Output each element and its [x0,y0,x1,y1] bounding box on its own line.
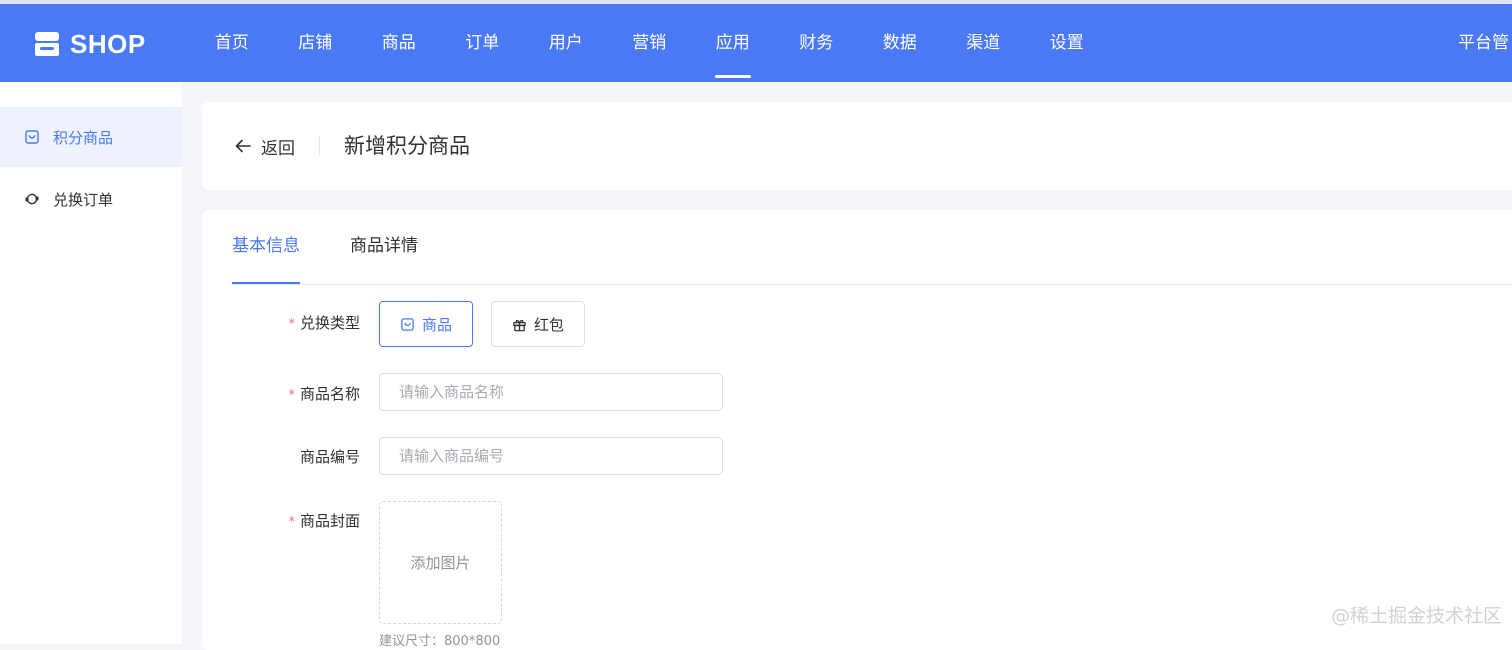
tab-bar: 基本信息 商品详情 [232,210,1512,285]
main-nav: 首页 店铺 商品 订单 用户 营销 应用 财务 数据 渠道 设置 [190,4,1109,82]
sidebar: 积分商品 兑换订单 [0,82,182,644]
exchange-type-label: * 兑换类型 [288,314,360,332]
logo[interactable]: SHOP [32,24,146,64]
top-nav-bar: SHOP 首页 店铺 商品 订单 用户 营销 应用 财务 数据 渠道 设置 平台… [0,0,1512,82]
shopping-bag-icon [25,130,39,144]
nav-item-apps[interactable]: 应用 [691,4,775,82]
nav-item-channels[interactable]: 渠道 [942,4,1026,82]
product-name-label: * 商品名称 [288,385,360,403]
nav-item-marketing[interactable]: 营销 [608,4,692,82]
nav-item-home[interactable]: 首页 [190,4,274,82]
exchange-type-red-packet-button[interactable]: 红包 [491,301,585,347]
sidebar-item-points-goods[interactable]: 积分商品 [0,107,182,167]
cover-upload[interactable]: 添加图片 [379,501,502,624]
cover-size-hint: 建议尺寸：800*800 [379,634,501,649]
nav-item-orders[interactable]: 订单 [441,4,525,82]
nav-item-data[interactable]: 数据 [858,4,942,82]
platform-admin-link[interactable]: 平台管 [1458,4,1509,82]
exchange-icon [25,193,39,205]
nav-item-settings[interactable]: 设置 [1025,4,1109,82]
required-mark: * [288,317,295,332]
page-header: 返回 新增积分商品 [202,102,1512,190]
required-mark: * [288,515,295,530]
watermark: @稀土掘金技术社区 [1331,605,1503,627]
nav-item-finance[interactable]: 财务 [775,4,859,82]
sidebar-item-label: 积分商品 [53,128,114,147]
form-card: 基本信息 商品详情 *兑换类型 商品 红包 *商品名称 商品编号 *商品封面 添… [202,210,1512,650]
required-mark: * [288,388,295,403]
sidebar-item-exchange-orders[interactable]: 兑换订单 [0,169,182,229]
logo-text: SHOP [70,28,146,59]
back-label: 返回 [261,138,295,159]
product-code-label: 商品编号 [299,448,360,466]
cover-label: * 商品封面 [288,512,360,530]
store-icon [35,32,59,56]
tab-basic-info[interactable]: 基本信息 [232,210,300,284]
upload-label: 添加图片 [410,554,471,572]
shopping-bag-icon [401,317,414,331]
back-button[interactable]: 返回 [234,102,295,190]
nav-item-users[interactable]: 用户 [524,4,608,82]
arrow-left-icon [235,139,251,153]
gift-icon [513,319,526,331]
product-code-input[interactable] [379,437,723,475]
page-title: 新增积分商品 [344,134,470,158]
nav-item-goods[interactable]: 商品 [357,4,441,82]
nav-item-store[interactable]: 店铺 [274,4,358,82]
tab-product-details[interactable]: 商品详情 [350,210,418,283]
exchange-type-goods-button[interactable]: 商品 [379,301,473,347]
product-name-input[interactable] [379,373,723,411]
header-divider [319,136,320,156]
sidebar-item-label: 兑换订单 [53,190,114,209]
